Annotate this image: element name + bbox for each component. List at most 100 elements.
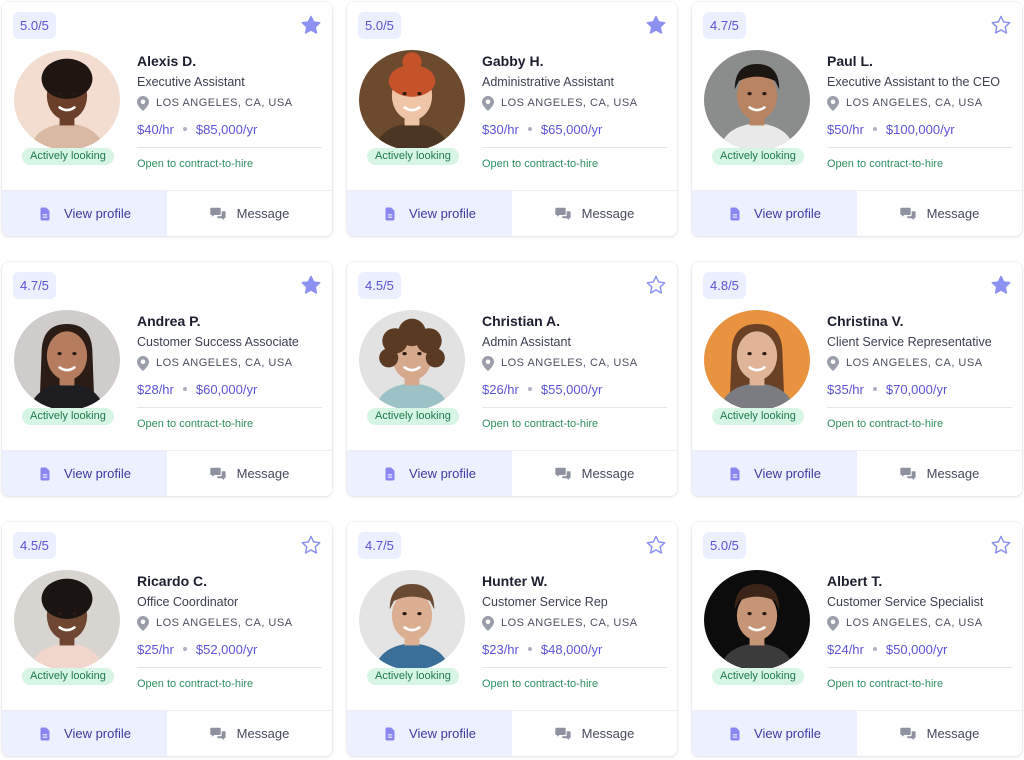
favorite-star-button[interactable]	[300, 534, 322, 556]
view-profile-button[interactable]: View profile	[692, 711, 857, 756]
status-badge: Actively looking	[367, 148, 459, 165]
yearly-salary: $52,000/yr	[195, 641, 258, 657]
chat-bubbles-icon	[554, 467, 571, 481]
card-actions: View profile Message	[347, 450, 677, 496]
hourly-rate: $28/hr	[137, 381, 174, 397]
candidate-location: LOS ANGELES, CA, USA	[827, 95, 1012, 111]
message-button[interactable]: Message	[167, 711, 332, 756]
message-label: Message	[236, 726, 290, 741]
star-icon	[301, 535, 321, 554]
view-profile-button[interactable]: View profile	[347, 711, 512, 756]
document-icon	[38, 467, 52, 481]
card-actions: View profile Message	[2, 710, 332, 756]
star-icon	[991, 535, 1011, 554]
favorite-star-button-active[interactable]	[300, 14, 322, 36]
candidate-pay: $35/hr $70,000/yr	[827, 381, 1012, 397]
view-profile-button[interactable]: View profile	[2, 191, 167, 236]
location-text: LOS ANGELES, CA, USA	[501, 617, 638, 629]
candidate-pay: $40/hr $85,000/yr	[137, 121, 322, 137]
candidate-card: 4.5/5 Actively looking Christian A. Admi…	[347, 262, 677, 496]
separator-dot	[527, 127, 532, 131]
map-pin-icon	[482, 95, 494, 111]
view-profile-label: View profile	[64, 726, 131, 741]
avatar	[704, 570, 810, 670]
card-actions: View profile Message	[347, 710, 677, 756]
message-button[interactable]: Message	[167, 451, 332, 496]
view-profile-button[interactable]: View profile	[2, 451, 167, 496]
contract-note: Open to contract-to-hire	[137, 678, 254, 690]
yearly-salary: $70,000/yr	[885, 381, 948, 397]
hourly-rate: $26/hr	[482, 381, 519, 397]
candidate-pay: $23/hr $48,000/yr	[482, 641, 667, 657]
rating-badge: 5.0/5	[703, 532, 746, 559]
message-button[interactable]: Message	[857, 451, 1022, 496]
status-badge: Actively looking	[22, 668, 114, 685]
view-profile-button[interactable]: View profile	[692, 191, 857, 236]
divider	[827, 147, 1012, 148]
candidate-title: Client Service Representative	[827, 335, 992, 349]
candidate-info: Christian A. Admin Assistant LOS ANGELES…	[482, 312, 667, 430]
message-button[interactable]: Message	[857, 711, 1022, 756]
favorite-star-button-active[interactable]	[645, 14, 667, 36]
divider	[137, 407, 322, 408]
map-pin-icon	[482, 355, 494, 371]
location-text: LOS ANGELES, CA, USA	[156, 617, 293, 629]
map-pin-icon	[482, 615, 494, 631]
location-text: LOS ANGELES, CA, USA	[846, 97, 983, 109]
separator-dot	[182, 647, 187, 651]
star-icon	[301, 275, 321, 294]
candidate-location: LOS ANGELES, CA, USA	[827, 615, 1012, 631]
yearly-salary: $55,000/yr	[540, 381, 603, 397]
message-label: Message	[581, 726, 635, 741]
view-profile-button[interactable]: View profile	[692, 451, 857, 496]
document-icon	[728, 727, 742, 741]
favorite-star-button-active[interactable]	[990, 274, 1012, 296]
message-button[interactable]: Message	[857, 191, 1022, 236]
favorite-star-button-active[interactable]	[300, 274, 322, 296]
candidate-location: LOS ANGELES, CA, USA	[482, 95, 667, 111]
view-profile-label: View profile	[754, 466, 821, 481]
message-button[interactable]: Message	[512, 451, 677, 496]
candidate-info: Christina V. Client Service Representati…	[827, 312, 1012, 430]
map-pin-icon	[137, 355, 149, 371]
message-button[interactable]: Message	[167, 191, 332, 236]
view-profile-label: View profile	[754, 206, 821, 221]
divider	[482, 407, 667, 408]
favorite-star-button[interactable]	[990, 14, 1012, 36]
rating-badge: 4.7/5	[13, 272, 56, 299]
card-actions: View profile Message	[347, 190, 677, 236]
view-profile-button[interactable]: View profile	[347, 451, 512, 496]
star-icon	[646, 275, 666, 294]
message-label: Message	[581, 206, 635, 221]
view-profile-button[interactable]: View profile	[2, 711, 167, 756]
divider	[482, 667, 667, 668]
rating-badge: 4.7/5	[358, 532, 401, 559]
hourly-rate: $50/hr	[827, 121, 864, 137]
status-badge: Actively looking	[712, 668, 804, 685]
star-icon	[646, 535, 666, 554]
favorite-star-button[interactable]	[645, 534, 667, 556]
avatar-photo	[704, 50, 810, 150]
candidate-card: 4.7/5 Actively looking Hunter W. Custome…	[347, 522, 677, 756]
avatar	[704, 50, 810, 150]
divider	[137, 147, 322, 148]
candidate-info: Hunter W. Customer Service Rep LOS ANGEL…	[482, 572, 667, 690]
candidate-name: Alexis D.	[137, 53, 197, 69]
yearly-salary: $100,000/yr	[885, 121, 955, 137]
view-profile-button[interactable]: View profile	[347, 191, 512, 236]
map-pin-icon	[137, 615, 149, 631]
candidate-info: Alexis D. Executive Assistant LOS ANGELE…	[137, 52, 322, 170]
avatar	[359, 310, 465, 410]
candidate-title: Customer Service Specialist	[827, 595, 984, 609]
message-button[interactable]: Message	[512, 191, 677, 236]
favorite-star-button[interactable]	[990, 534, 1012, 556]
candidate-pay: $25/hr $52,000/yr	[137, 641, 322, 657]
status-badge: Actively looking	[712, 148, 804, 165]
avatar-photo	[704, 310, 810, 410]
document-icon	[383, 207, 397, 221]
view-profile-label: View profile	[64, 206, 131, 221]
card-actions: View profile Message	[2, 190, 332, 236]
favorite-star-button[interactable]	[645, 274, 667, 296]
message-button[interactable]: Message	[512, 711, 677, 756]
map-pin-icon	[827, 355, 839, 371]
